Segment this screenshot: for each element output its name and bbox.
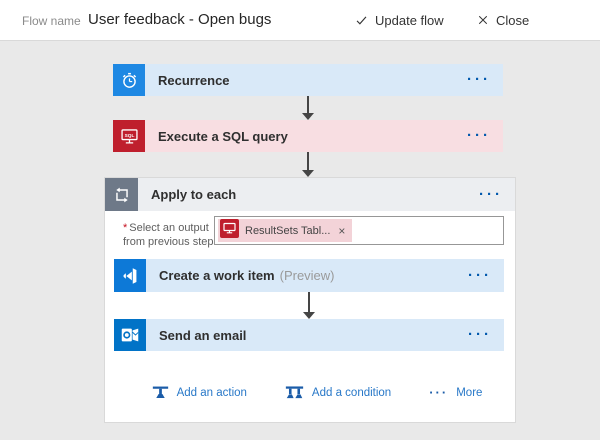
step-card-recurrence[interactable]: Recurrence ··· [113,64,503,96]
loop-icon [105,178,138,211]
sql-icon: SQL [113,120,145,152]
token-remove-icon[interactable]: × [336,225,345,237]
connector-arrow [301,96,315,120]
add-condition-label: Add a condition [312,387,391,399]
step-title: Recurrence [158,73,230,88]
add-condition-icon [285,386,304,399]
flow-name-label: Flow name [22,14,81,28]
close-icon [477,14,489,26]
more-button[interactable]: ··· More [429,387,482,399]
menu-ellipsis-button[interactable]: ··· [468,330,492,340]
flow-designer-canvas: Recurrence ··· SQL Execute a SQL query ·… [0,41,600,440]
add-action-icon [152,386,169,399]
connector-arrow [302,292,316,319]
menu-ellipsis-button[interactable]: ··· [467,75,491,85]
step-title: Send an email [159,328,246,343]
apply-to-each-container: Apply to each ··· *Select an output from… [104,177,516,423]
update-flow-label: Update flow [375,13,444,28]
step-card-send-email[interactable]: Send an email ··· [114,319,504,351]
outlook-icon [114,319,146,351]
required-asterisk: * [123,222,127,234]
visual-studio-icon [114,259,146,292]
add-action-label: Add an action [177,387,247,399]
update-flow-button[interactable]: Update flow [355,0,444,40]
token-label: ResultSets Tabl... [245,225,330,237]
menu-ellipsis-button[interactable]: ··· [479,190,503,200]
step-card-apply-to-each[interactable]: Apply to each ··· [105,178,515,211]
close-label: Close [496,13,529,28]
select-output-input[interactable]: ResultSets Tabl... × [214,216,504,245]
connector-arrow [301,152,315,177]
check-icon [355,14,368,27]
step-title: Execute a SQL query [158,129,288,144]
menu-ellipsis-button[interactable]: ··· [468,271,492,281]
select-output-label: *Select an output from previous steps [123,221,223,249]
flow-title: User feedback - Open bugs [88,11,271,28]
topbar: Flow name User feedback - Open bugs Upda… [0,0,600,41]
svg-text:SQL: SQL [124,132,134,138]
more-label: More [456,387,482,399]
add-condition-button[interactable]: Add a condition [285,386,391,399]
apply-footer: Add an action Add a condition ··· More [105,386,515,399]
more-ellipsis-icon: ··· [429,389,448,397]
add-action-button[interactable]: Add an action [152,386,247,399]
resultsets-token-chip[interactable]: ResultSets Tabl... × [218,219,352,242]
menu-ellipsis-button[interactable]: ··· [467,131,491,141]
close-button[interactable]: Close [477,0,529,40]
sql-token-icon [220,219,239,243]
step-card-sql-query[interactable]: SQL Execute a SQL query ··· [113,120,503,152]
preview-badge: (Preview) [280,268,335,283]
recurrence-icon [113,64,145,96]
step-title: Create a work item [159,268,275,283]
step-title: Apply to each [151,187,236,202]
step-card-create-work-item[interactable]: Create a work item (Preview) ··· [114,259,504,292]
